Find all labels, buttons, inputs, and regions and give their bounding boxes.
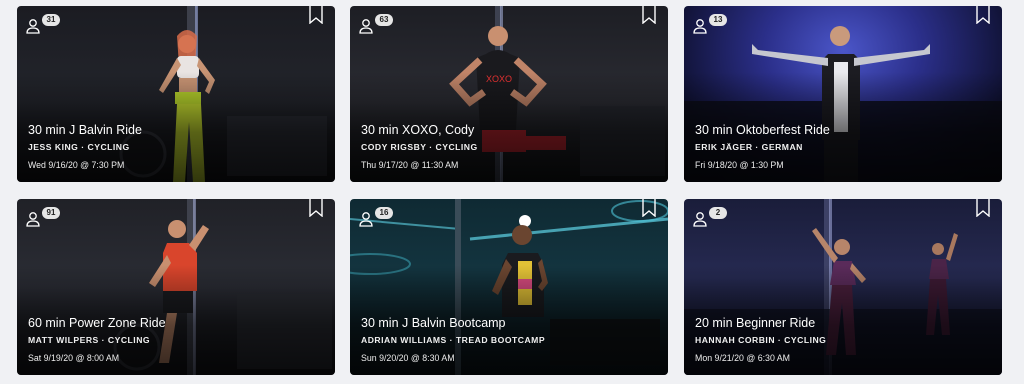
riders-count-badge: 2 xyxy=(692,207,727,229)
riders-count: 16 xyxy=(375,207,393,219)
riders-count-badge: 91 xyxy=(25,207,60,229)
class-subtitle: ADRIAN WILLIAMS · TREAD BOOTCAMP xyxy=(361,335,546,345)
user-icon xyxy=(26,212,40,227)
class-card-erik-jager[interactable]: 13 30 min Oktoberfest Ride ERIK JÄGER · … xyxy=(684,6,1002,182)
class-subtitle: CODY RIGSBY · CYCLING xyxy=(361,142,478,152)
class-category: GERMAN xyxy=(761,142,803,152)
class-category: CYCLING xyxy=(784,335,827,345)
riders-count-badge: 63 xyxy=(358,14,393,36)
riders-count: 13 xyxy=(709,14,727,26)
class-card-matt-wilpers[interactable]: 91 60 min Power Zone Ride MATT WILPERS ·… xyxy=(17,199,335,375)
class-datetime: Sat 9/19/20 @ 8:00 AM xyxy=(28,353,120,363)
class-title: 20 min Beginner Ride xyxy=(695,316,816,330)
instructor-name: ADRIAN WILLIAMS xyxy=(361,335,447,345)
class-card-hannah-corbin[interactable]: 2 20 min Beginner Ride HANNAH CORBIN · C… xyxy=(684,199,1002,375)
class-datetime: Thu 9/17/20 @ 11:30 AM xyxy=(361,160,459,170)
bookmark-icon[interactable] xyxy=(976,199,990,217)
user-icon xyxy=(26,19,40,34)
riders-count: 31 xyxy=(42,14,60,26)
riders-count: 91 xyxy=(42,207,60,219)
class-title: 60 min Power Zone Ride xyxy=(28,316,166,330)
riders-count: 63 xyxy=(375,14,393,26)
instructor-name: ERIK JÄGER xyxy=(695,142,753,152)
instructor-name: CODY RIGSBY xyxy=(361,142,427,152)
riders-count-badge: 31 xyxy=(25,14,60,36)
class-card-adrian-williams[interactable]: 16 30 min J Balvin Bootcamp ADRIAN WILLI… xyxy=(350,199,668,375)
class-subtitle: MATT WILPERS · CYCLING xyxy=(28,335,151,345)
class-datetime: Wed 9/16/20 @ 7:30 PM xyxy=(28,160,125,170)
class-category: TREAD BOOTCAMP xyxy=(455,335,546,345)
bookmark-icon[interactable] xyxy=(642,6,656,24)
instructor-name: MATT WILPERS xyxy=(28,335,99,345)
class-title: 30 min J Balvin Ride xyxy=(28,123,142,137)
class-subtitle: ERIK JÄGER · GERMAN xyxy=(695,142,803,152)
bookmark-icon[interactable] xyxy=(976,6,990,24)
class-title: 30 min Oktoberfest Ride xyxy=(695,123,830,137)
bookmark-icon[interactable] xyxy=(642,199,656,217)
class-datetime: Fri 9/18/20 @ 1:30 PM xyxy=(695,160,784,170)
class-datetime: Mon 9/21/20 @ 6:30 AM xyxy=(695,353,791,363)
instructor-name: JESS KING xyxy=(28,142,79,152)
class-card-cody-rigsby[interactable]: XOXO 63 30 min XOXO, Cody CODY RIGSBY · … xyxy=(350,6,668,182)
user-icon xyxy=(693,212,707,227)
class-card-jess-king[interactable]: 31 30 min J Balvin Ride JESS KING · CYCL… xyxy=(17,6,335,182)
bookmark-icon[interactable] xyxy=(309,6,323,24)
class-title: 30 min XOXO, Cody xyxy=(361,123,475,137)
riders-count: 2 xyxy=(709,207,727,219)
bookmark-icon[interactable] xyxy=(309,199,323,217)
class-category: CYCLING xyxy=(107,335,151,345)
class-title: 30 min J Balvin Bootcamp xyxy=(361,316,506,330)
riders-count-badge: 13 xyxy=(692,14,727,36)
user-icon xyxy=(693,19,707,34)
user-icon xyxy=(359,19,373,34)
riders-count-badge: 16 xyxy=(358,207,393,229)
instructor-name: HANNAH CORBIN xyxy=(695,335,776,345)
class-subtitle: HANNAH CORBIN · CYCLING xyxy=(695,335,827,345)
class-category: CYCLING xyxy=(435,142,478,152)
class-category: CYCLING xyxy=(87,142,130,152)
user-icon xyxy=(359,212,373,227)
class-subtitle: JESS KING · CYCLING xyxy=(28,142,130,152)
class-datetime: Sun 9/20/20 @ 8:30 AM xyxy=(361,353,455,363)
